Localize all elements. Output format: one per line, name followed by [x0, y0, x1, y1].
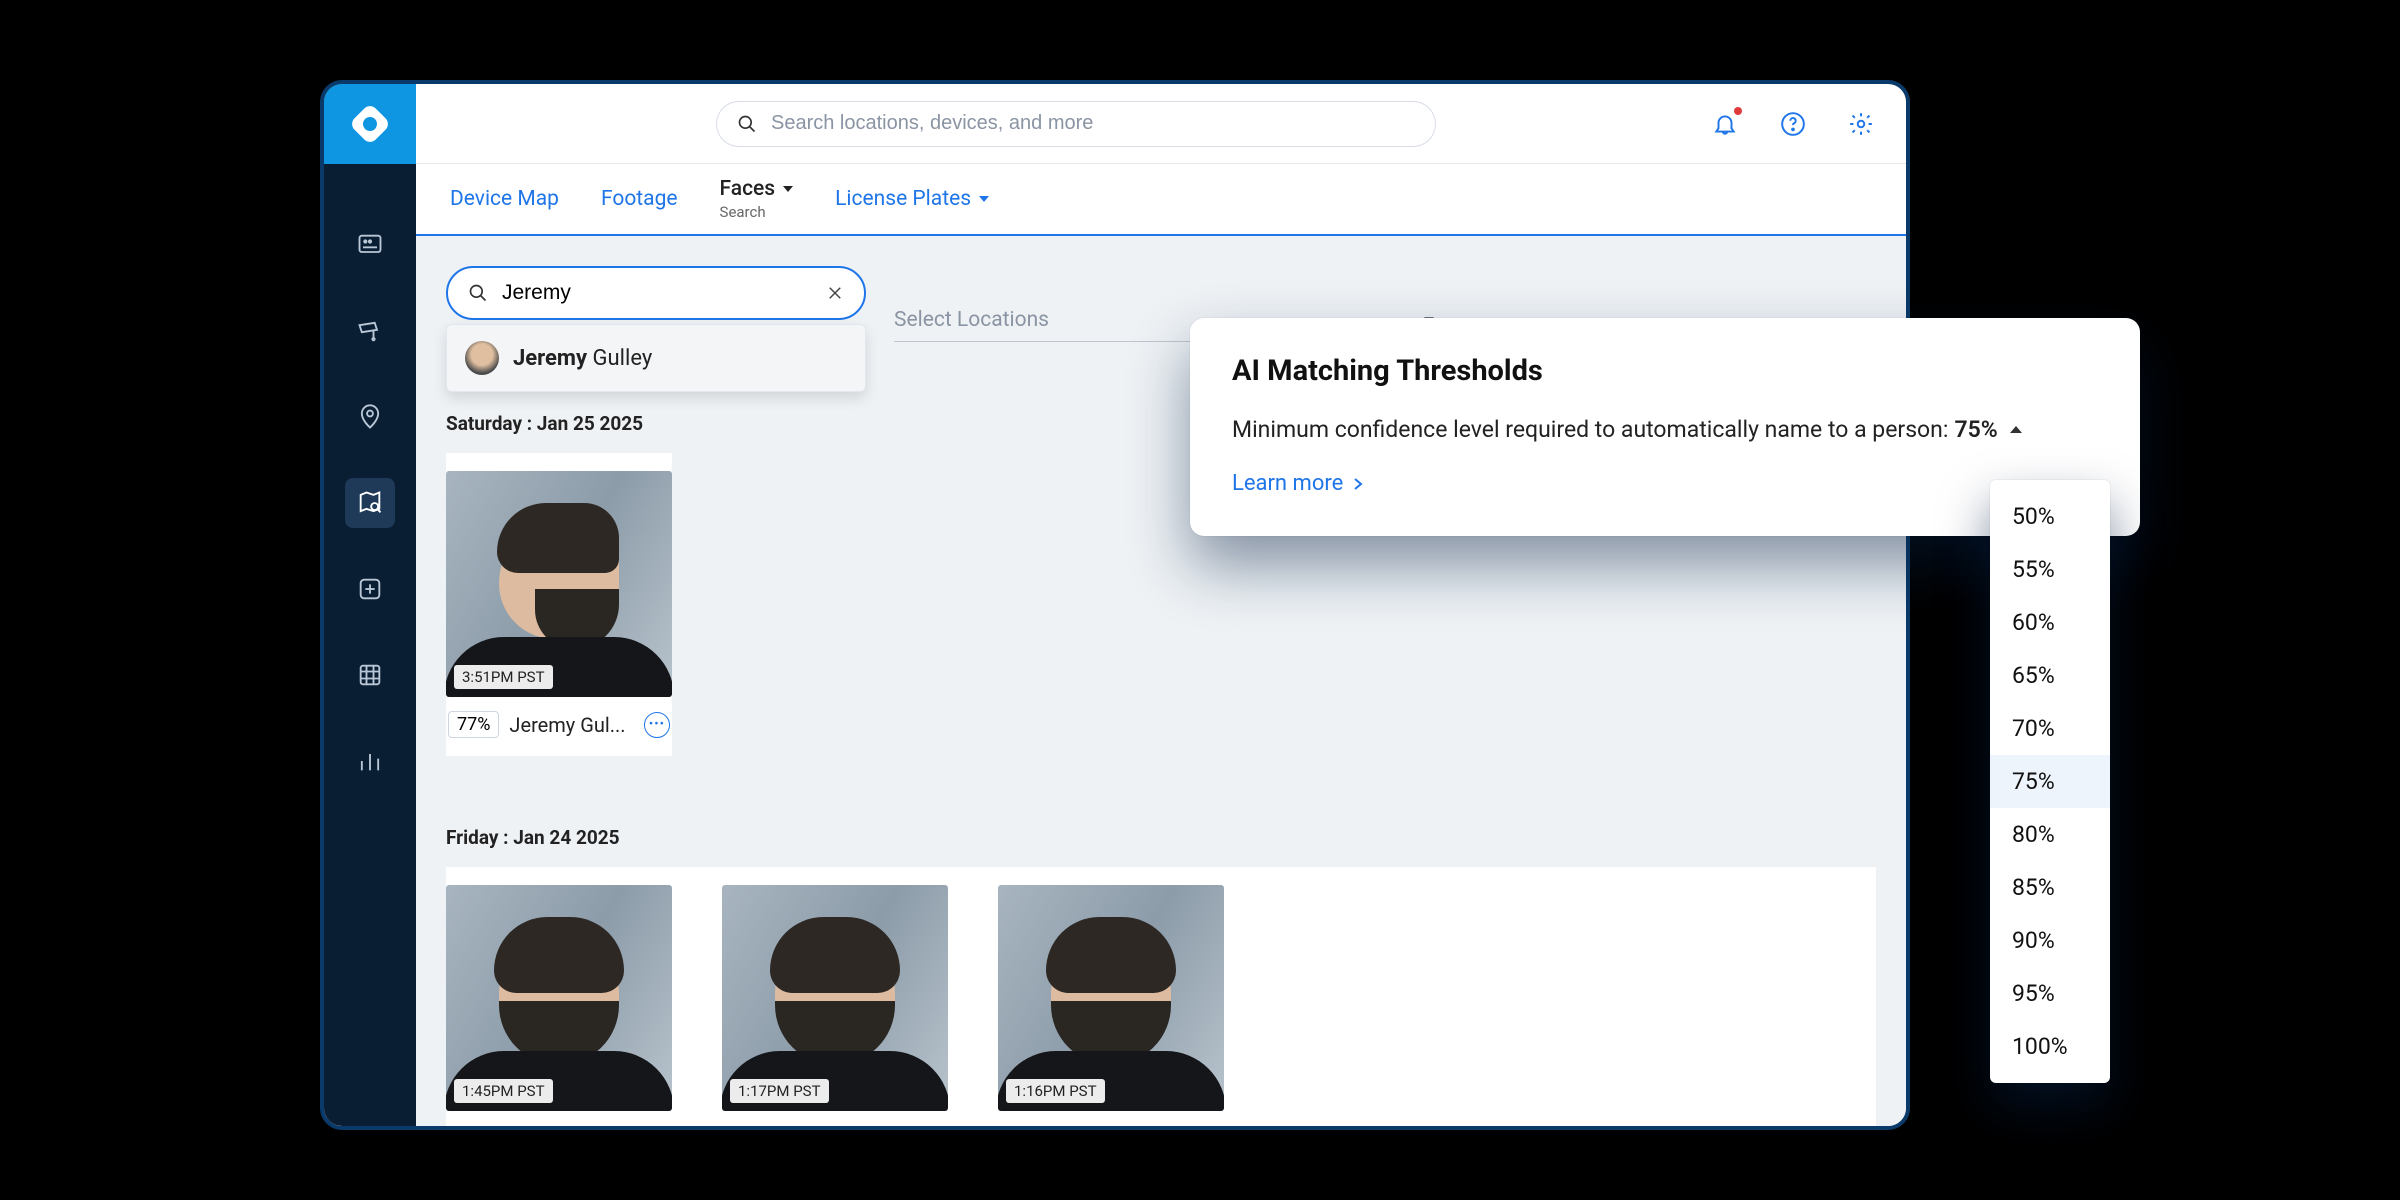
result-group: 1:45PM PST 1:17PM PST 1:16PM PST — [446, 867, 1876, 1126]
avatar — [465, 341, 499, 375]
threshold-option[interactable]: 50% — [1990, 490, 2110, 543]
face-thumbnail[interactable]: 3:51PM PST — [446, 471, 672, 697]
nav-plus-icon[interactable] — [345, 564, 395, 614]
chevron-down-icon — [979, 196, 989, 202]
notification-dot — [1734, 107, 1742, 115]
settings-button[interactable] — [1846, 109, 1876, 139]
search-suggestion-item[interactable]: Jeremy Gulley — [447, 325, 865, 391]
thumbnail-timestamp: 1:17PM PST — [730, 1079, 829, 1103]
face-thumbnail[interactable]: 1:45PM PST — [446, 885, 672, 1111]
confidence-badge: 77% — [448, 711, 499, 738]
thumbnail-timestamp: 1:45PM PST — [454, 1079, 553, 1103]
threshold-option[interactable]: 60% — [1990, 596, 2110, 649]
threshold-option[interactable]: 55% — [1990, 543, 2110, 596]
threshold-dropdown: 50%55%60%65%70%75%80%85%90%95%100% — [1990, 480, 2110, 1083]
day-header: Friday : Jan 24 2025 — [446, 826, 1876, 849]
search-icon — [737, 114, 757, 134]
bell-icon — [1712, 111, 1738, 137]
tab-license-plates[interactable]: License Plates — [835, 187, 989, 211]
result-meta: 77% Jeremy Gul... ••• — [446, 711, 672, 738]
search-suggestion-panel: Jeremy Gulley — [446, 324, 866, 392]
thumbnail-timestamp: 1:16PM PST — [1006, 1079, 1105, 1103]
main-area: Device Map Footage Faces Search License … — [416, 84, 1906, 1126]
notifications-button[interactable] — [1710, 109, 1740, 139]
app-window: Device Map Footage Faces Search License … — [320, 80, 1910, 1130]
top-bar — [416, 84, 1906, 164]
threshold-option[interactable]: 70% — [1990, 702, 2110, 755]
thumbnail-timestamp: 3:51PM PST — [454, 665, 553, 689]
global-search[interactable] — [716, 101, 1436, 147]
popover-description: Minimum confidence level required to aut… — [1232, 416, 1948, 443]
nav-dashboard-icon[interactable] — [345, 220, 395, 270]
tab-bar: Device Map Footage Faces Search License … — [416, 164, 1906, 236]
tab-faces-subtab: Search — [720, 203, 766, 221]
search-icon — [468, 283, 488, 303]
learn-more-link[interactable]: Learn more — [1232, 471, 2098, 496]
nav-location-icon[interactable] — [345, 392, 395, 442]
threshold-option[interactable]: 90% — [1990, 914, 2110, 967]
chevron-right-icon — [1353, 477, 1363, 491]
location-select-label: Select Locations — [894, 308, 1049, 332]
nav-reports-icon[interactable] — [345, 736, 395, 786]
face-thumbnail[interactable]: 1:17PM PST — [722, 885, 948, 1111]
tab-device-map[interactable]: Device Map — [450, 187, 559, 211]
help-button[interactable] — [1778, 109, 1808, 139]
caret-up-icon[interactable] — [2010, 426, 2022, 433]
nav-clip-icon[interactable] — [345, 650, 395, 700]
face-search[interactable] — [446, 266, 866, 320]
result-group: 3:51PM PST 77% Jeremy Gul... ••• — [446, 453, 672, 756]
threshold-option[interactable]: 80% — [1990, 808, 2110, 861]
face-search-input[interactable] — [502, 281, 812, 305]
global-search-input[interactable] — [771, 112, 1415, 135]
threshold-option[interactable]: 100% — [1990, 1020, 2110, 1073]
threshold-option[interactable]: 95% — [1990, 967, 2110, 1020]
close-icon — [826, 284, 844, 302]
chevron-down-icon — [783, 186, 793, 192]
nav-camera-icon[interactable] — [345, 306, 395, 356]
brand-logo[interactable] — [324, 84, 416, 164]
threshold-current-value[interactable]: 75% — [1954, 416, 1997, 443]
threshold-option[interactable]: 85% — [1990, 861, 2110, 914]
tab-footage[interactable]: Footage — [601, 187, 678, 211]
face-thumbnail[interactable]: 1:16PM PST — [998, 885, 1224, 1111]
popover-title: AI Matching Thresholds — [1232, 354, 2098, 388]
threshold-option[interactable]: 65% — [1990, 649, 2110, 702]
result-more-button[interactable]: ••• — [644, 712, 670, 738]
result-name: Jeremy Gul... — [509, 713, 625, 737]
help-icon — [1780, 111, 1806, 137]
tab-faces[interactable]: Faces Search — [720, 177, 794, 221]
clear-search-button[interactable] — [826, 284, 844, 302]
left-sidebar — [324, 84, 416, 1126]
gear-icon — [1848, 111, 1874, 137]
nav-explore-icon[interactable] — [345, 478, 395, 528]
threshold-option[interactable]: 75% — [1990, 755, 2110, 808]
